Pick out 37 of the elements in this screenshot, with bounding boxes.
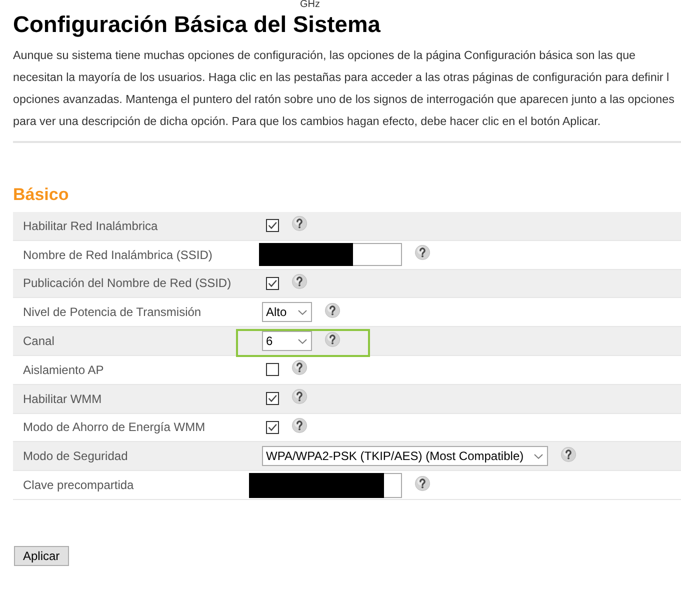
checkbox[interactable] <box>266 219 279 232</box>
field-label: Aislamiento AP <box>23 362 104 377</box>
text-field[interactable] <box>259 243 402 266</box>
help-icon[interactable] <box>292 389 307 404</box>
field-label: Nombre de Red Inalámbrica (SSID) <box>23 248 212 262</box>
apply-button[interactable]: Aplicar <box>14 546 69 566</box>
dropdown[interactable]: Alto <box>262 302 312 322</box>
chevron-down-icon <box>298 338 307 344</box>
intro-paragraph: Aunque su sistema tiene muchas opciones de configuración, las opciones de la página Configuración básica son las que necesitan la mayoría de los usuarios. Haga clic en las pestañas para acceder a las otras páginas de configuración para definir l opciones avanzadas. Mantenga el puntero del ratón sobre uno de los signos de interrogación que aparecen junto a las opciones para ver una descripción de dicha opción. Para que los cambios hagan efecto, debe hacer clic en el botón Aplicar. <box>13 48 674 130</box>
help-icon[interactable] <box>292 274 307 289</box>
help-icon[interactable] <box>292 360 307 376</box>
chevron-down-icon <box>534 454 543 459</box>
field-label: Publicación del Nombre de Red (SSID) <box>23 276 232 290</box>
field-label: Nivel de Potencia de Transmisión <box>23 305 202 320</box>
chevron-down-icon <box>298 310 307 315</box>
field-label: Clave precompartida <box>23 478 134 492</box>
help-icon[interactable] <box>325 332 340 347</box>
help-icon[interactable] <box>415 245 430 260</box>
section-title: Básico <box>13 184 69 206</box>
field-label: Modo de Ahorro de Energía WMM <box>23 420 206 434</box>
checkbox[interactable] <box>266 392 279 406</box>
unit-label: GHz <box>300 0 320 10</box>
field-label: Modo de Seguridad <box>23 449 128 464</box>
help-icon[interactable] <box>325 302 340 318</box>
field-label: Habilitar Red Inalámbrica <box>23 218 158 233</box>
dropdown[interactable]: WPA/WPA2-PSK (TKIP/AES) (Most Compatible) <box>262 446 548 466</box>
help-icon[interactable] <box>292 418 307 433</box>
dropdown[interactable]: 6 <box>262 331 312 352</box>
field-label: Canal <box>23 334 54 348</box>
help-icon[interactable] <box>560 446 576 462</box>
field-label: Habilitar WMM <box>23 392 102 406</box>
checkbox[interactable] <box>266 420 279 434</box>
help-icon[interactable] <box>292 216 307 232</box>
page-title: Configuración Básica del Sistema <box>13 10 380 38</box>
checkbox[interactable] <box>266 276 279 290</box>
checkbox[interactable] <box>266 363 279 376</box>
help-icon[interactable] <box>415 476 430 491</box>
